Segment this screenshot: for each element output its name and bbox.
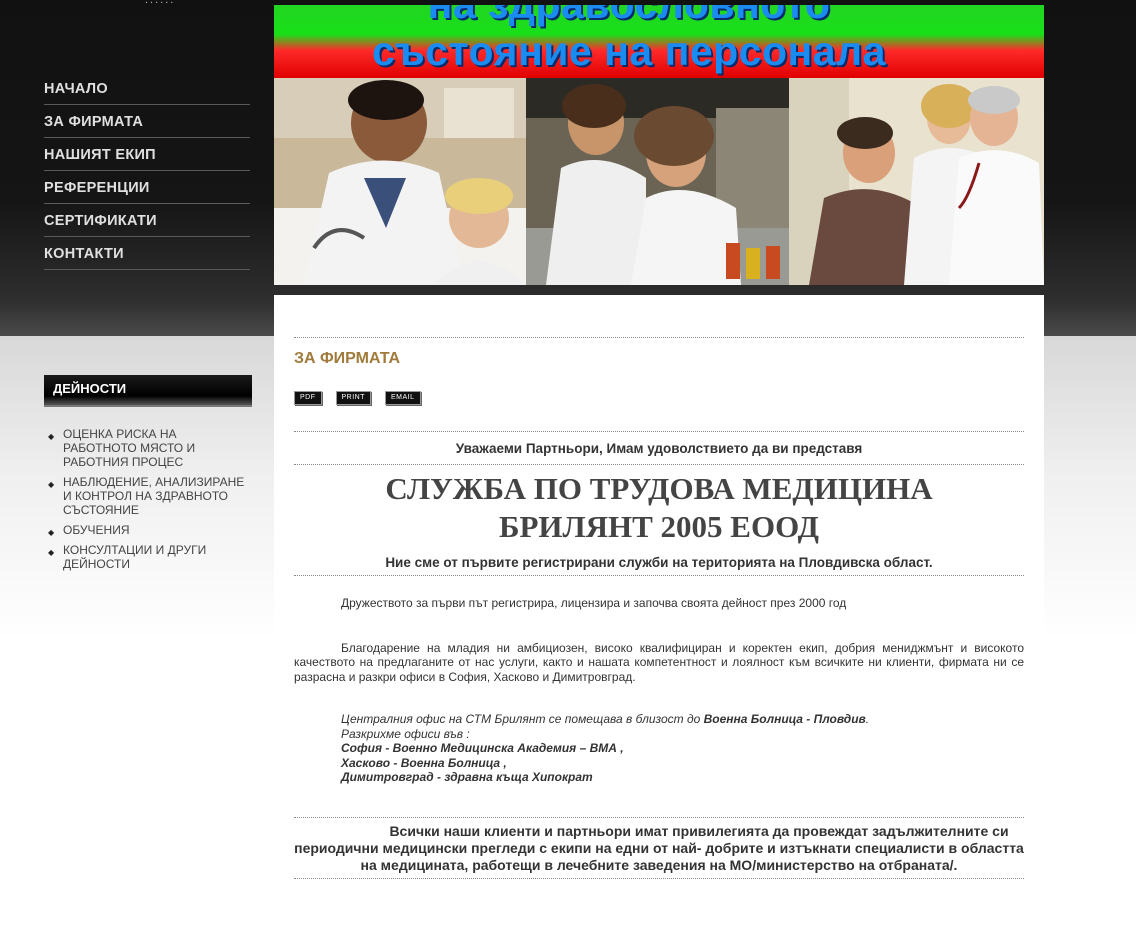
diamond-bullet-icon: ◆ <box>48 528 55 537</box>
divider <box>294 877 1024 879</box>
sidebar-item-trainings[interactable]: ◆ ОБУЧЕНИЯ <box>44 523 252 537</box>
article-tools: PDF PRINT EMAIL <box>294 391 1024 407</box>
greeting-text: Уважаеми Партньори, Имам удоволствието д… <box>455 441 863 456</box>
company-name-line1: СЛУЖБА ПО ТРУДОВА МЕДИЦИНА <box>385 471 933 506</box>
sidebar-title: ДЕЙНОСТИ <box>44 375 252 407</box>
photo-doctors-consulting <box>274 78 526 285</box>
office-hq: Военна Болница - Пловдив <box>703 712 866 726</box>
sidebar-list: ◆ ОЦЕНКА РИСКА НА РАБОТНОТО МЯСТО И РАБОТ… <box>44 427 252 571</box>
print-button[interactable]: PRINT <box>335 391 371 405</box>
paragraph-registration: Дружеството за първи път регистрира, лиц… <box>341 596 847 610</box>
sidebar-item-label: КОНСУЛТАЦИИ И ДРУГИ ДЕЙНОСТИ <box>63 543 207 571</box>
company-name-line2: БРИЛЯНТ 2005 ЕООД <box>498 509 819 544</box>
header-tagline: ...... <box>145 0 176 6</box>
banner-title-line1: на здравословното <box>274 5 1014 28</box>
office-intro: Централния офис на СТМ Брилянт се помеща… <box>341 712 704 726</box>
sidebar-item-label: ОЦЕНКА РИСКА НА РАБОТНОТО МЯСТО И РАБОТН… <box>63 427 196 469</box>
nav-item-references[interactable]: РЕФЕРЕНЦИИ <box>44 171 250 204</box>
article: ЗА ФИРМАТА PDF PRINT EMAIL Уважаеми Парт… <box>294 337 1024 879</box>
sidebar-item-label: ОБУЧЕНИЯ <box>63 523 130 537</box>
sidebar-activities: ДЕЙНОСТИ ◆ ОЦЕНКА РИСКА НА РАБОТНОТО МЯСТ… <box>44 375 252 577</box>
divider <box>294 575 1024 576</box>
divider <box>294 337 1024 338</box>
paragraph-growth: Благодарение на младия ни амбициозен, ви… <box>294 640 1024 684</box>
nav-item-team[interactable]: НАШИЯТ ЕКИП <box>44 138 250 171</box>
nav-item-about[interactable]: ЗА ФИРМАТА <box>44 105 250 138</box>
photo-doctor-examining-patient <box>789 78 1044 285</box>
header-banner: на здравословното състояние на персонала <box>274 5 1044 285</box>
diamond-bullet-icon: ◆ <box>48 480 55 489</box>
office-dot: . <box>865 712 870 726</box>
photo-lab-researchers <box>526 78 789 285</box>
banner-photos <box>274 78 1044 285</box>
page-title: ЗА ФИРМАТА <box>294 350 401 367</box>
banner-title: на здравословното състояние на персонала <box>274 5 1044 78</box>
sidebar-item-risk-assessment[interactable]: ◆ ОЦЕНКА РИСКА НА РАБОТНОТО МЯСТО И РАБОТ… <box>44 427 252 469</box>
email-button[interactable]: EMAIL <box>385 391 421 405</box>
divider <box>294 816 1024 818</box>
divider <box>294 464 1024 465</box>
sidebar-item-consulting[interactable]: ◆ КОНСУЛТАЦИИ И ДРУГИ ДЕЙНОСТИ <box>44 543 252 571</box>
diamond-bullet-icon: ◆ <box>48 432 55 441</box>
nav-item-certificates[interactable]: СЕРТИФИКАТИ <box>44 204 250 237</box>
nav-item-contacts[interactable]: КОНТАКТИ <box>44 237 250 270</box>
office-sofia: София - Военно Медицинска Академия – ВМА… <box>341 741 624 755</box>
office-dimitrovgrad: Димитровград - здравна къща Хипократ <box>341 770 593 784</box>
sidebar-item-health-monitoring[interactable]: ◆ НАБЛЮДЕНИЕ, АНАЛИЗИРАНЕ И КОНТРОЛ НА ЗД… <box>44 475 252 517</box>
office-more: Разкрихме офиси във : <box>341 726 470 741</box>
pdf-button[interactable]: PDF <box>294 391 322 405</box>
offices-block: Централния офис на СТМ Брилянт се помеща… <box>341 712 1024 785</box>
main-navigation: НАЧАЛО ЗА ФИРМАТА НАШИЯТ ЕКИП РЕФЕРЕНЦИИ… <box>44 72 250 270</box>
closing-text: Всички наши клиенти и партньори имат при… <box>294 822 1024 873</box>
sidebar-item-label: НАБЛЮДЕНИЕ, АНАЛИЗИРАНЕ И КОНТРОЛ НА ЗДР… <box>63 475 245 517</box>
banner-title-line2: състояние на персонала <box>372 28 886 74</box>
office-haskovo: Хасково - Военна Болница , <box>341 755 507 770</box>
diamond-bullet-icon: ◆ <box>48 548 55 557</box>
divider <box>294 431 1024 432</box>
subtitle-text: Ние сме от първите регистрирани служби н… <box>385 555 933 570</box>
nav-item-home[interactable]: НАЧАЛО <box>44 72 250 105</box>
